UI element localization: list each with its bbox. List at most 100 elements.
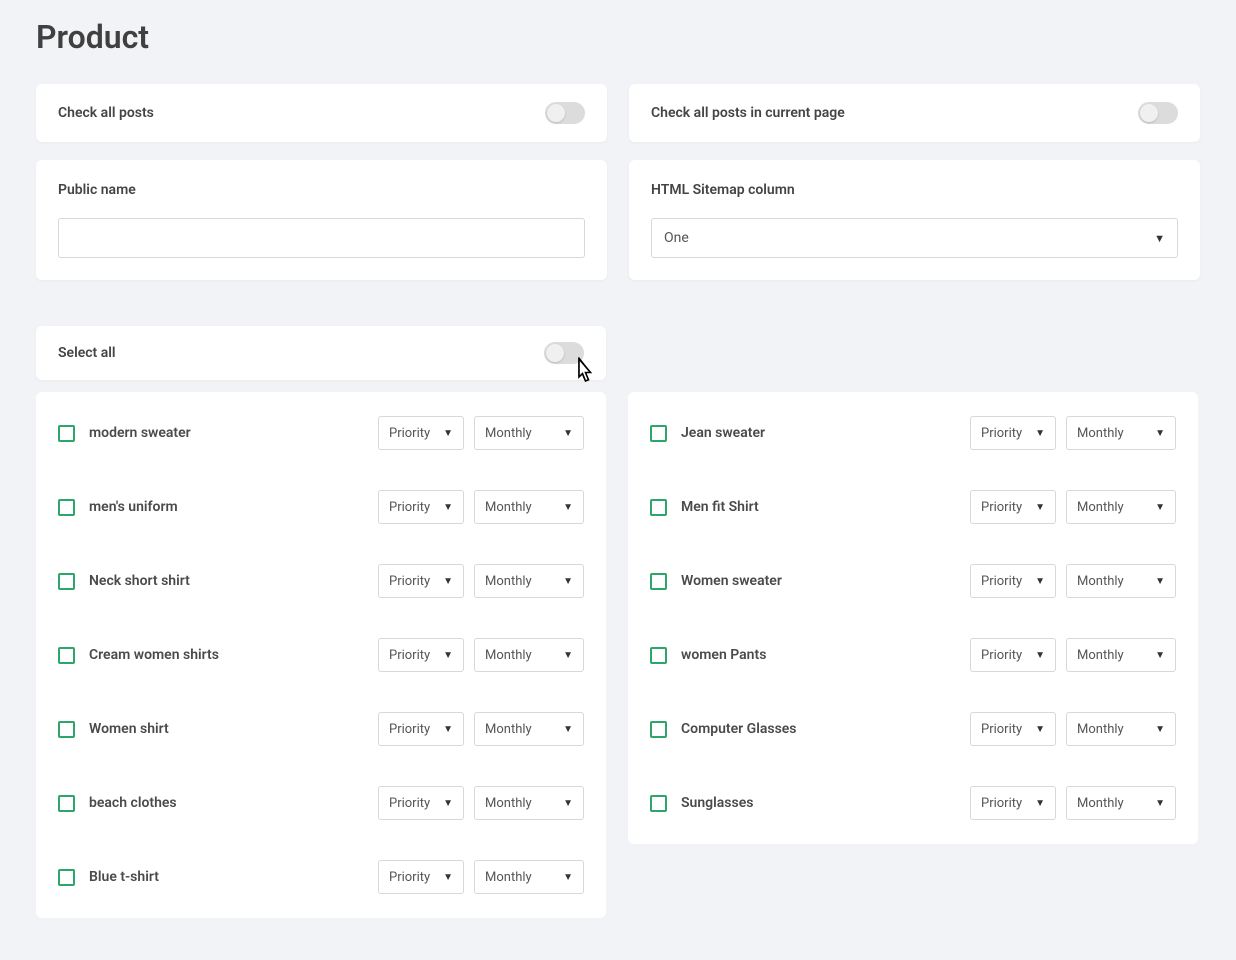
product-checkbox[interactable]: [58, 869, 75, 886]
frequency-select[interactable]: Monthly▼: [474, 712, 584, 746]
product-item-left: men's uniform: [58, 499, 178, 516]
products-row: modern sweaterPriority▼Monthly▼men's uni…: [36, 392, 1200, 918]
product-checkbox[interactable]: [650, 425, 667, 442]
priority-select[interactable]: Priority▼: [378, 490, 464, 524]
product-controls: Priority▼ Monthly▼: [378, 564, 584, 598]
chevron-down-icon: ▼: [563, 502, 573, 513]
priority-select[interactable]: Priority▼: [378, 564, 464, 598]
public-name-label: Public name: [58, 182, 585, 198]
product-item: Computer Glasses Priority▼ Monthly▼: [650, 692, 1176, 766]
product-item-left: Jean sweater: [650, 425, 765, 442]
product-controls: Priority▼ Monthly ▼: [378, 416, 584, 450]
check-all-posts-card: Check all posts: [36, 84, 607, 142]
priority-select[interactable]: Priority▼: [970, 416, 1056, 450]
product-controls: Priority▼ Monthly▼: [378, 638, 584, 672]
priority-select[interactable]: Priority▼: [970, 712, 1056, 746]
frequency-label: Monthly: [485, 426, 532, 441]
chevron-down-icon: ▼: [1155, 724, 1165, 735]
frequency-select[interactable]: Monthly▼: [1066, 416, 1176, 450]
priority-select[interactable]: Priority▼: [378, 712, 464, 746]
product-item: Blue t-shirt Priority▼ Monthly ▼: [58, 840, 584, 900]
product-name: women Pants: [681, 647, 766, 663]
frequency-select[interactable]: Monthly ▼: [474, 416, 584, 450]
product-item: Jean sweater Priority▼ Monthly▼: [650, 410, 1176, 470]
product-checkbox[interactable]: [58, 425, 75, 442]
product-controls: Priority▼ Monthly▼: [970, 416, 1176, 450]
html-sitemap-column-label: HTML Sitemap column: [651, 182, 1178, 198]
product-name: Neck short shirt: [89, 573, 190, 589]
chevron-down-icon: ▼: [1155, 650, 1165, 661]
priority-label: Priority: [981, 648, 1022, 663]
chevron-down-icon: ▼: [563, 798, 573, 809]
product-checkbox[interactable]: [58, 499, 75, 516]
frequency-select[interactable]: Monthly▼: [474, 564, 584, 598]
priority-select[interactable]: Priority▼: [378, 416, 464, 450]
product-checkbox[interactable]: [650, 647, 667, 664]
product-checkbox[interactable]: [58, 647, 75, 664]
html-sitemap-column-select[interactable]: One ▼: [651, 218, 1178, 258]
frequency-select[interactable]: Monthly▼: [1066, 490, 1176, 524]
product-checkbox[interactable]: [58, 795, 75, 812]
product-name: beach clothes: [89, 795, 177, 811]
products-left-col: modern sweaterPriority▼Monthly▼men's uni…: [36, 392, 606, 918]
product-item-left: Women shirt: [58, 721, 169, 738]
priority-select[interactable]: Priority▼: [378, 860, 464, 894]
product-item-left: Blue t-shirt: [58, 869, 159, 886]
chevron-down-icon: ▼: [563, 428, 573, 439]
priority-label: Priority: [389, 722, 430, 737]
product-item-left: women Pants: [650, 647, 766, 664]
chevron-down-icon: ▼: [563, 872, 573, 883]
product-name: Women sweater: [681, 573, 782, 589]
product-controls: Priority▼ Monthly▼: [378, 712, 584, 746]
frequency-select[interactable]: Monthly ▼: [474, 786, 584, 820]
chevron-down-icon: ▼: [443, 428, 453, 439]
product-controls: Priority▼ Monthly▼: [970, 490, 1176, 524]
product-checkbox[interactable]: [650, 499, 667, 516]
toggle-knob: [547, 104, 565, 122]
frequency-select[interactable]: Monthly▼: [474, 638, 584, 672]
product-controls: Priority▼ Monthly ▼: [378, 860, 584, 894]
priority-select[interactable]: Priority ▼: [970, 638, 1056, 672]
product-name: Sunglasses: [681, 795, 753, 811]
chevron-down-icon: ▼: [1155, 428, 1165, 439]
product-item-left: Cream women shirts: [58, 647, 219, 664]
priority-select[interactable]: Priority▼: [378, 786, 464, 820]
product-checkbox[interactable]: [58, 573, 75, 590]
priority-select[interactable]: Priority▼: [970, 490, 1056, 524]
frequency-select[interactable]: Monthly▼: [1066, 712, 1176, 746]
chevron-down-icon: ▼: [1035, 650, 1045, 661]
public-name-input[interactable]: [58, 218, 585, 258]
frequency-label: Monthly: [485, 796, 532, 811]
product-controls: Priority▼ Monthly▼: [970, 564, 1176, 598]
priority-select[interactable]: Priority▼: [970, 786, 1056, 820]
chevron-down-icon: ▼: [1035, 798, 1045, 809]
input-row: Public name HTML Sitemap column One ▼: [36, 160, 1200, 280]
product-controls: Priority▼ Monthly▼: [970, 712, 1176, 746]
select-all-toggle[interactable]: [544, 342, 584, 364]
product-item-left: Men fit Shirt: [650, 499, 759, 516]
check-all-posts-current-page-toggle[interactable]: [1138, 102, 1178, 124]
frequency-select[interactable]: Monthly▼: [1066, 786, 1176, 820]
chevron-down-icon: ▼: [563, 576, 573, 587]
product-name: Jean sweater: [681, 425, 765, 441]
priority-label: Priority: [389, 796, 430, 811]
frequency-select[interactable]: Monthly▼: [1066, 564, 1176, 598]
product-checkbox[interactable]: [650, 721, 667, 738]
product-checkbox[interactable]: [650, 795, 667, 812]
priority-select[interactable]: Priority▼: [970, 564, 1056, 598]
product-checkbox[interactable]: [650, 573, 667, 590]
frequency-label: Monthly: [485, 870, 532, 885]
product-item: women PantsPriority▼Monthly▼: [650, 618, 1176, 692]
product-item-left: Computer Glasses: [650, 721, 797, 738]
frequency-select[interactable]: Monthly▼: [474, 490, 584, 524]
product-name: Computer Glasses: [681, 721, 797, 737]
product-controls: Priority▼ Monthly ▼: [378, 786, 584, 820]
page-title: Product: [36, 18, 1200, 56]
frequency-select[interactable]: Monthly ▼: [474, 860, 584, 894]
frequency-label: Monthly: [1077, 574, 1124, 589]
product-checkbox[interactable]: [58, 721, 75, 738]
check-all-posts-toggle[interactable]: [545, 102, 585, 124]
frequency-select[interactable]: Monthly▼: [1066, 638, 1176, 672]
priority-select[interactable]: Priority▼: [378, 638, 464, 672]
product-item-left: Neck short shirt: [58, 573, 190, 590]
